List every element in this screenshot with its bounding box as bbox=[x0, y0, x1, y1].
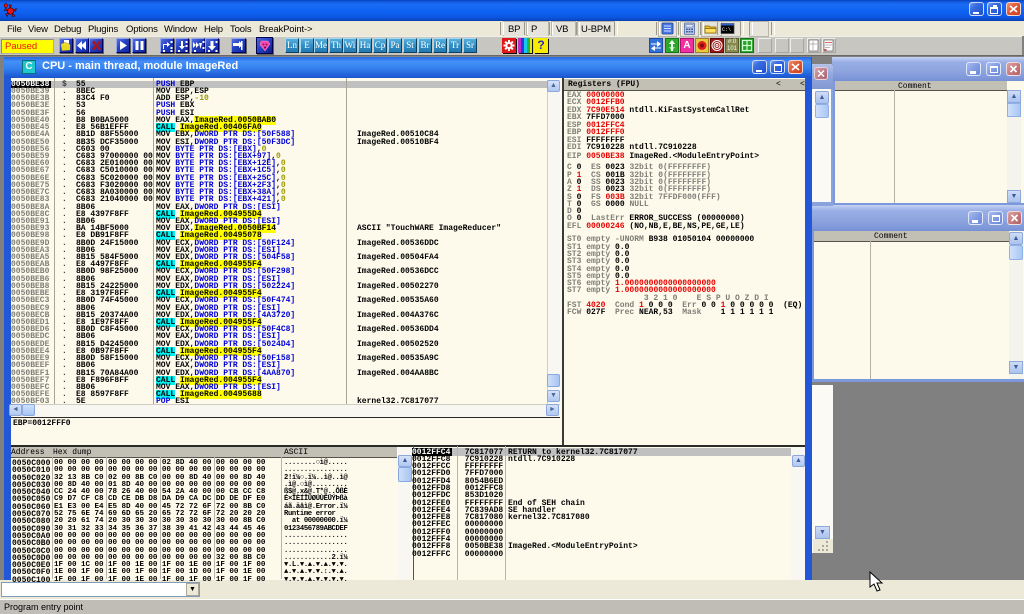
svg-text:C:\: C:\ bbox=[722, 27, 731, 33]
